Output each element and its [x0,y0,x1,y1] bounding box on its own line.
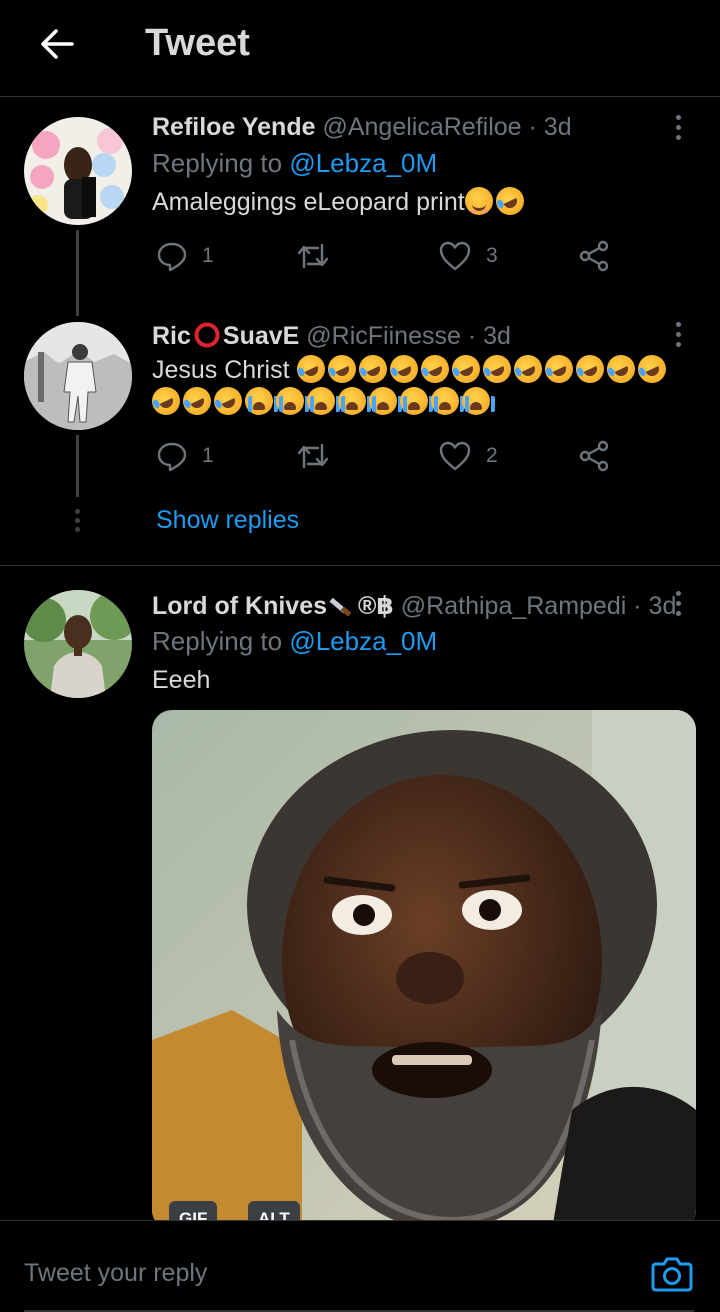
page-title: Tweet [145,22,250,64]
loudly-crying-emoji [462,387,495,415]
smile-emoji [464,187,493,215]
reply-button[interactable]: 1 [156,240,214,272]
rofl-emoji [209,382,247,420]
avatar-image [24,322,132,430]
share-button[interactable] [578,240,610,272]
tweet-text-content: Jesus Christ [152,356,290,384]
rofl-emoji [477,350,516,388]
rofl-emoji [147,382,185,420]
loudly-crying-emoji [369,387,402,415]
thread-continuation-dots [75,509,80,536]
more-options-icon[interactable] [676,591,684,621]
retweet-button[interactable] [296,440,330,472]
like-button[interactable]: 2 [438,440,498,472]
rofl-emoji [570,350,609,388]
reply-count: 1 [202,244,214,267]
top-app-bar: Tweet [0,0,720,97]
reply-button[interactable]: 1 [156,440,214,472]
tweet-text-content: Eeeh [152,666,211,694]
thread-line [76,230,79,316]
gif-image [152,710,696,1230]
like-count: 3 [486,244,498,267]
tweet-actions: 1 3 [152,240,632,280]
tweet-text-content: Amaleggings eLeopard print [152,188,465,216]
avatar[interactable] [24,322,132,430]
rofl-emoji [632,350,671,388]
share-button[interactable] [578,440,610,472]
retweet-icon [297,243,329,269]
rofl-emoji [291,350,330,388]
share-icon [579,240,609,272]
rofl-emoji [384,350,423,388]
avatar-image [24,117,132,225]
gif-media[interactable]: GIF ALT [152,710,696,1230]
user-handle[interactable]: @Rathipa_Rampedi [401,592,627,620]
replying-to-link[interactable]: @Lebza_0M [289,148,437,178]
divider [0,565,720,566]
rofl-emoji [508,350,547,388]
loudly-crying-emoji [307,387,340,415]
avatar-image [24,590,132,698]
camera-icon[interactable] [650,1251,694,1295]
loudly-crying-emoji [431,387,464,415]
heart-icon [439,241,471,271]
rofl-emoji [601,350,640,388]
display-name[interactable]: Refiloe Yende [152,113,316,141]
show-replies-link[interactable]: Show replies [156,506,299,535]
user-handle[interactable]: @RicFiinesse [306,322,461,350]
replying-to: Replying to @Lebza_0M [152,626,437,657]
display-name-part1[interactable]: Ric [152,322,191,350]
display-name[interactable]: Lord of Knives [152,592,327,620]
rofl-emoji [415,350,454,388]
tweet-text: Jesus Christ [147,350,692,420]
loudly-crying-emoji [276,387,309,415]
replying-to-prefix: Replying to [152,626,290,656]
rofl-emoji [446,350,485,388]
loudly-crying-emoji [338,387,371,415]
avatar[interactable] [24,590,132,698]
thread-line [76,435,79,497]
more-options-icon[interactable] [676,322,684,352]
display-name-part2[interactable]: SuavE [223,322,299,350]
timestamp: · 3d [633,592,677,620]
retweet-button[interactable] [296,240,330,272]
knife-emoji [327,591,355,619]
display-name-suffix: ®฿ [358,592,394,620]
like-button[interactable]: 3 [438,240,498,272]
replying-to-link[interactable]: @Lebza_0M [289,626,437,656]
tweet-text: Eeeh [152,664,210,696]
more-options-icon[interactable] [676,115,684,145]
like-count: 2 [486,444,498,467]
timestamp: · 3d [467,322,511,350]
reply-composer: Tweet your reply [0,1220,720,1312]
reply-icon [157,442,187,472]
emoji-row-1 [291,350,671,388]
reply-icon [157,242,187,272]
replying-to-prefix: Replying to [152,148,290,178]
loudly-crying-emoji [245,387,278,415]
share-icon [579,440,609,472]
tweet-meta: Lord of Knives ®฿ @Rathipa_Rampedi · 3d [152,591,676,621]
red-circle-emoji [194,322,220,348]
timestamp: · 3d [528,113,572,141]
arrow-left-icon[interactable] [36,24,76,64]
rofl-emoji [178,382,216,420]
emoji-row-2 [147,382,495,420]
reply-count: 1 [202,444,214,467]
tweet-text: Amaleggings eLeopard print [152,182,529,220]
heart-icon [439,441,471,471]
tweet-meta: Refiloe Yende @AngelicaRefiloe · 3d [152,113,572,142]
retweet-icon [297,443,329,469]
rofl-emoji [491,182,529,220]
rofl-emoji [322,350,361,388]
rofl-emoji [539,350,578,388]
loudly-crying-emoji [400,387,433,415]
reply-input[interactable]: Tweet your reply [24,1259,207,1288]
replying-to: Replying to @Lebza_0M [152,148,437,179]
tweet-actions: 1 2 [152,440,632,480]
user-handle[interactable]: @AngelicaRefiloe [322,113,521,141]
rofl-emoji [353,350,392,388]
tweet-meta: Ric SuavE @RicFiinesse · 3d [152,322,511,351]
avatar[interactable] [24,117,132,225]
